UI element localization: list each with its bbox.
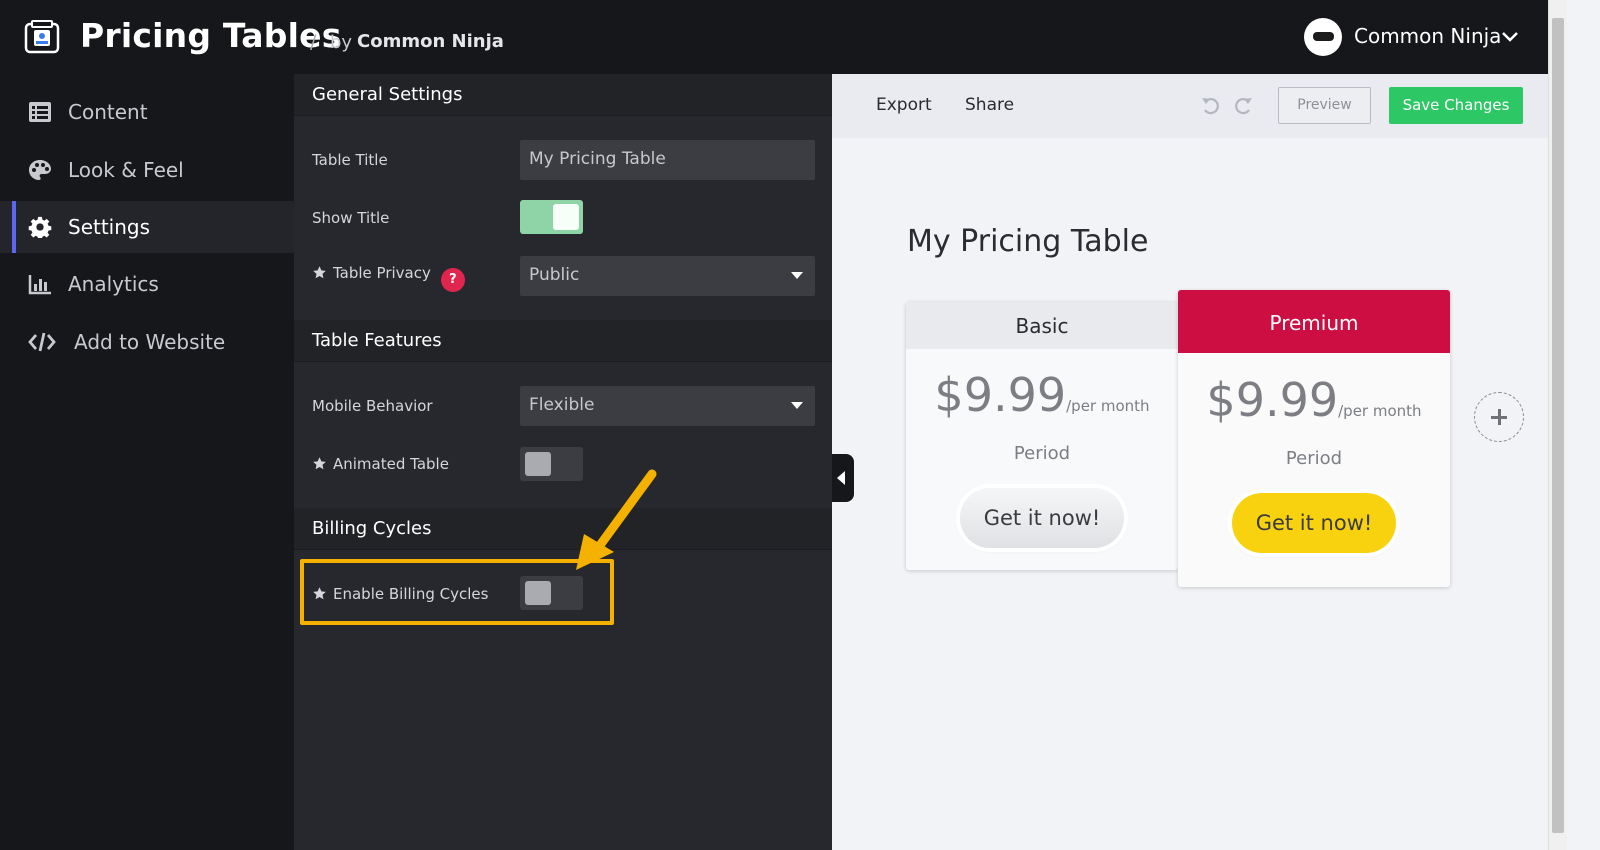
save-changes-button[interactable]: Save Changes bbox=[1389, 87, 1523, 124]
preview-toolbar: Export Share Preview Save Changes bbox=[832, 74, 1548, 138]
plan-price: $9.99/per month bbox=[934, 368, 1150, 422]
add-column-button[interactable] bbox=[1474, 392, 1524, 442]
caret-down-icon bbox=[791, 402, 803, 409]
title-separator: / bbox=[310, 31, 317, 53]
sidebar-item-label: Analytics bbox=[68, 272, 159, 296]
gear-icon bbox=[28, 216, 52, 238]
sidebar-item-label: Settings bbox=[68, 215, 151, 239]
table-title-input[interactable]: My Pricing Table bbox=[520, 140, 815, 180]
star-icon bbox=[313, 457, 326, 470]
sidebar-item-add-to-website[interactable]: Add to Website bbox=[0, 316, 294, 368]
scrollbar-thumb[interactable] bbox=[1552, 18, 1564, 833]
section-header-features: Table Features bbox=[294, 320, 832, 362]
export-button[interactable]: Export bbox=[876, 95, 932, 115]
section-header-billing: Billing Cycles bbox=[294, 508, 832, 550]
brand-link[interactable]: Common Ninja bbox=[357, 31, 504, 52]
help-icon[interactable]: ? bbox=[440, 268, 465, 292]
get-it-now-button[interactable]: Get it now! bbox=[1232, 493, 1396, 553]
preview-area: Export Share Preview Save Changes My Pri… bbox=[832, 74, 1548, 850]
sidebar-item-analytics[interactable]: Analytics bbox=[0, 258, 294, 310]
annotation-highlight-box bbox=[300, 559, 614, 625]
pricing-tables-logo-icon bbox=[24, 20, 60, 54]
caret-down-icon bbox=[791, 272, 803, 279]
plan-name: Premium bbox=[1178, 290, 1450, 353]
sidebar-item-label: Look & Feel bbox=[68, 158, 184, 182]
list-icon bbox=[29, 102, 51, 122]
sidebar: Content Look & Feel Settings Analytics A… bbox=[0, 74, 294, 850]
plan-period: Period bbox=[1013, 443, 1071, 464]
sidebar-item-look-feel[interactable]: Look & Feel bbox=[0, 144, 294, 196]
user-avatar[interactable] bbox=[1304, 18, 1342, 56]
sidebar-item-label: Content bbox=[68, 100, 148, 124]
settings-panel: General Settings Table Title My Pricing … bbox=[294, 74, 832, 850]
preview-button[interactable]: Preview bbox=[1278, 87, 1371, 124]
table-privacy-select[interactable]: Public bbox=[520, 256, 815, 296]
star-icon bbox=[313, 266, 326, 279]
mobile-behavior-label: Mobile Behavior bbox=[312, 397, 433, 415]
palette-icon bbox=[29, 160, 51, 180]
plan-price: $9.99/per month bbox=[1206, 373, 1422, 427]
sidebar-item-settings[interactable]: Settings bbox=[0, 201, 294, 253]
section-header-general: General Settings bbox=[294, 74, 832, 116]
mobile-behavior-select[interactable]: Flexible bbox=[520, 386, 815, 426]
show-title-toggle[interactable] bbox=[520, 200, 583, 234]
redo-icon[interactable] bbox=[1232, 95, 1254, 117]
annotation-arrow-icon bbox=[576, 469, 657, 570]
chevron-down-icon[interactable] bbox=[1500, 27, 1520, 47]
user-name[interactable]: Common Ninja bbox=[1354, 24, 1501, 48]
sidebar-item-label: Add to Website bbox=[74, 330, 226, 354]
plan-period: Period bbox=[1285, 448, 1343, 469]
get-it-now-button[interactable]: Get it now! bbox=[960, 488, 1124, 548]
plan-card-basic[interactable]: Basic $9.99/per month Period Get it now! bbox=[906, 302, 1178, 570]
plan-card-premium[interactable]: Premium $9.99/per month Period Get it no… bbox=[1178, 290, 1450, 587]
app-title: Pricing Tables bbox=[80, 16, 342, 55]
caret-left-icon bbox=[837, 471, 845, 485]
pricing-table-title: My Pricing Table bbox=[907, 224, 1149, 259]
top-bar: Pricing Tables / by Common Ninja Common … bbox=[0, 0, 1548, 74]
table-privacy-label: Table Privacy? bbox=[312, 264, 465, 292]
share-button[interactable]: Share bbox=[965, 95, 1014, 115]
table-title-label: Table Title bbox=[312, 151, 388, 169]
code-icon bbox=[28, 332, 56, 352]
animated-table-label: Animated Table bbox=[312, 455, 449, 473]
collapse-panel-button[interactable] bbox=[832, 454, 854, 502]
show-title-label: Show Title bbox=[312, 209, 390, 227]
undo-icon[interactable] bbox=[1200, 95, 1222, 117]
plan-name: Basic bbox=[906, 302, 1178, 349]
by-label: by bbox=[330, 32, 353, 53]
page-scrollbar[interactable] bbox=[1548, 0, 1567, 850]
sidebar-item-content[interactable]: Content bbox=[0, 86, 294, 138]
bar-chart-icon bbox=[28, 275, 51, 295]
